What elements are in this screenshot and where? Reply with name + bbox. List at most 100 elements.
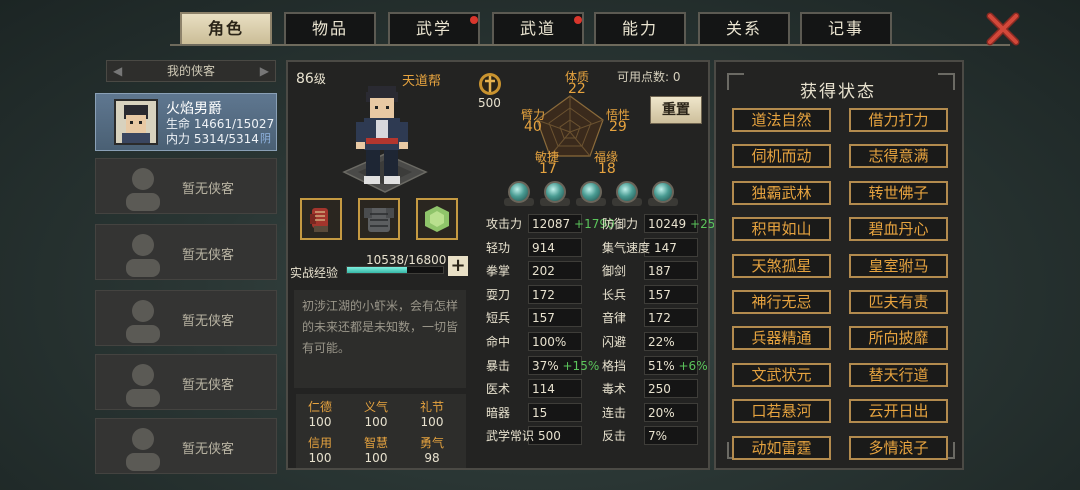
status-badge[interactable]: 碧血丹心 [849, 217, 948, 242]
tab-label: 物品 [311, 19, 348, 38]
stat-label: 毒术 [602, 382, 627, 397]
orb-icon[interactable] [652, 181, 674, 203]
stat-label: 连击 [602, 405, 627, 420]
stat-label: 御剑 [602, 264, 627, 279]
stat-label: 暗器 [486, 405, 511, 420]
stat-row: 攻击力 12087 +1790 [482, 214, 615, 234]
reset-button[interactable]: 重置 [650, 96, 702, 124]
stat-row: 防御力 10249 +2527 [598, 214, 731, 234]
stat-label: 反击 [602, 429, 627, 444]
level-unit: 级 [313, 72, 326, 86]
equip-slot-gloves[interactable] [300, 198, 342, 240]
stat-row: 御剑 187 [598, 261, 710, 281]
tab-label: 记事 [827, 19, 864, 38]
status-badge[interactable]: 匹夫有责 [849, 290, 948, 314]
empty-hero-slot[interactable]: 暂无侠客 [95, 290, 277, 346]
equip-slot-armor[interactable] [358, 198, 400, 240]
virtue-value: 100 [308, 415, 332, 429]
stat-row: 长兵 157 [598, 285, 710, 305]
tab-label: 能力 [621, 19, 658, 38]
virtue-value: 98 [424, 451, 440, 465]
empty-hero-slot[interactable]: 暂无侠客 [95, 224, 277, 280]
status-badge[interactable]: 独霸武林 [732, 180, 831, 205]
orb-icon[interactable] [616, 181, 638, 203]
stat-label: 拳掌 [486, 264, 511, 279]
tab-1[interactable]: 物品 [284, 12, 376, 44]
status-badge[interactable]: 神行无忌 [732, 290, 831, 314]
tab-5[interactable]: 关系 [698, 12, 790, 44]
stat-value: 202 [532, 264, 555, 279]
empty-hero-slot[interactable]: 暂无侠客 [95, 418, 277, 474]
virtue-item: 礼节 100 [406, 398, 458, 429]
status-badge[interactable]: 替天行道 [849, 362, 948, 387]
stat-label: 长兵 [602, 287, 627, 302]
tab-4[interactable]: 能力 [594, 12, 686, 44]
orb-icon[interactable] [544, 181, 566, 203]
virtue-item: 智慧 100 [350, 434, 402, 465]
status-badge[interactable]: 借力打力 [849, 108, 948, 132]
virtue-name: 信用 [307, 436, 332, 450]
stat-label: 集气速度 [602, 240, 651, 255]
stat-row: 耍刀 172 [482, 285, 594, 305]
add-exp-button[interactable]: + [448, 256, 468, 276]
hero-silhouette-icon [126, 364, 160, 407]
stat-label: 闪避 [602, 335, 627, 349]
status-badge[interactable]: 口若悬河 [732, 399, 831, 424]
tab-label: 武学 [415, 19, 452, 38]
gloves-icon [310, 208, 328, 232]
status-badge[interactable]: 所向披靡 [849, 326, 948, 351]
stat-value: 51% [648, 358, 675, 373]
stat-row: 闪避 22% [598, 332, 710, 352]
stat-value: 157 [532, 311, 555, 326]
orb-icon[interactable] [580, 181, 602, 203]
empty-slot-label: 暂无侠客 [182, 442, 235, 457]
close-icon[interactable] [984, 8, 1024, 48]
stat-label: 暴击 [486, 358, 511, 373]
stat-value: 172 [532, 287, 555, 302]
stat-row: 拳掌 202 [482, 261, 594, 281]
character-figure [356, 86, 408, 184]
hero-card-selected[interactable]: 火焰男爵 生命 14661/15027 内力 5314/5314 阴 [95, 93, 277, 151]
status-badge[interactable]: 转世佛子 [849, 180, 948, 205]
empty-hero-slot[interactable]: 暂无侠客 [95, 158, 277, 214]
virtue-item: 勇气 98 [406, 434, 458, 465]
attr-tizhi-value: 22 [568, 81, 586, 97]
attr-wuxing-value: 29 [609, 119, 627, 135]
tab-3[interactable]: 武道 [492, 12, 584, 44]
power-icon [479, 73, 501, 95]
status-badge[interactable]: 道法自然 [732, 108, 831, 132]
status-badge[interactable]: 积甲如山 [732, 217, 831, 242]
status-title: 获得状态 [800, 82, 876, 102]
notification-badge [470, 16, 478, 24]
virtue-name: 仁德 [307, 400, 332, 414]
attr-bili-value: 40 [524, 119, 542, 135]
tab-label: 关系 [725, 19, 762, 38]
status-badge[interactable]: 多情浪子 [849, 435, 948, 460]
tab-6[interactable]: 记事 [800, 12, 892, 44]
status-badge[interactable]: 文武状元 [732, 362, 831, 387]
orb-icon[interactable] [508, 181, 530, 203]
hero-silhouette-icon [126, 168, 160, 211]
stat-label: 格挡 [602, 358, 627, 373]
stat-value: 147 [654, 240, 677, 255]
status-badge[interactable]: 天煞孤星 [732, 253, 831, 278]
status-badge[interactable]: 云开日出 [849, 399, 948, 424]
stat-row: 毒术 250 [598, 379, 710, 399]
status-badge[interactable]: 伺机而动 [732, 144, 831, 169]
status-badge[interactable]: 动如雷霆 [732, 435, 831, 460]
empty-hero-slot[interactable]: 暂无侠客 [95, 354, 277, 410]
equip-slot-accessory[interactable] [416, 198, 458, 240]
stat-label: 耍刀 [486, 287, 511, 302]
status-badge[interactable]: 志得意满 [849, 144, 948, 169]
exp-label: 实战经验 [290, 266, 339, 280]
level: 86级 [296, 70, 326, 87]
tab-0[interactable]: 角色 [180, 12, 272, 44]
hero-silhouette-icon [126, 234, 160, 277]
stat-value: 172 [648, 311, 671, 326]
status-badge[interactable]: 兵器精通 [732, 326, 831, 351]
virtue-value: 100 [420, 415, 444, 429]
stat-row: 武学常识 500 [482, 426, 594, 446]
empty-slot-label: 暂无侠客 [182, 378, 235, 393]
status-badge[interactable]: 皇室驸马 [849, 253, 948, 278]
tab-2[interactable]: 武学 [388, 12, 480, 44]
